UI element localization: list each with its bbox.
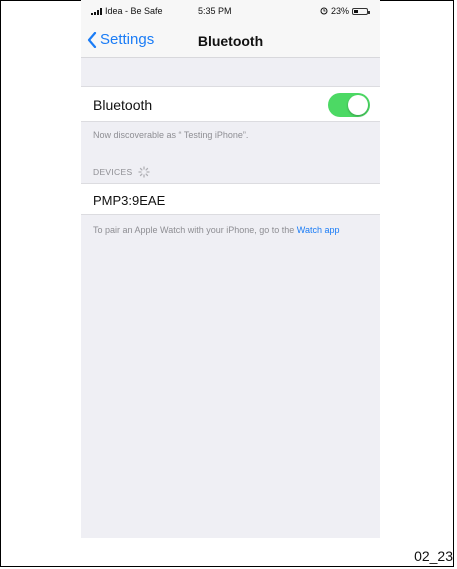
device-row[interactable]: PMP3:9EAE: [81, 183, 380, 215]
battery-percent: 23%: [330, 6, 349, 16]
carrier-label: Idea - Be Safe: [105, 6, 163, 16]
loading-spinner-icon: [138, 166, 151, 178]
page-title: Bluetooth: [197, 33, 264, 49]
phone-screen: Idea - Be Safe 5:35 PM 23% Settings Blue…: [81, 0, 380, 538]
devices-header: DEVICES: [93, 166, 151, 178]
device-name[interactable]: PMP3:9EAE: [93, 193, 165, 208]
watch-note: To pair an Apple Watch with your iPhone,…: [93, 225, 368, 236]
bluetooth-row: Bluetooth: [81, 86, 380, 122]
watch-app-link[interactable]: Watch app: [297, 225, 340, 235]
bluetooth-toggle[interactable]: [328, 93, 370, 117]
discoverable-note: Now discoverable as “ Testing iPhone”.: [93, 130, 249, 140]
toggle-knob: [348, 95, 368, 115]
signal-icon: [91, 7, 102, 15]
status-bar: Idea - Be Safe 5:35 PM 23%: [81, 0, 380, 22]
alarm-icon: [320, 7, 328, 15]
bluetooth-label: Bluetooth: [93, 97, 153, 113]
battery-icon: [352, 7, 370, 15]
status-right: 23%: [320, 6, 370, 16]
status-time: 5:35 PM: [198, 6, 232, 16]
navigation-bar: Settings Bluetooth: [81, 22, 380, 58]
devices-header-label: DEVICES: [93, 167, 133, 177]
figure-caption: 02_23: [414, 548, 453, 564]
watch-note-text: To pair an Apple Watch with your iPhone,…: [93, 225, 297, 235]
status-left: Idea - Be Safe: [91, 6, 163, 16]
